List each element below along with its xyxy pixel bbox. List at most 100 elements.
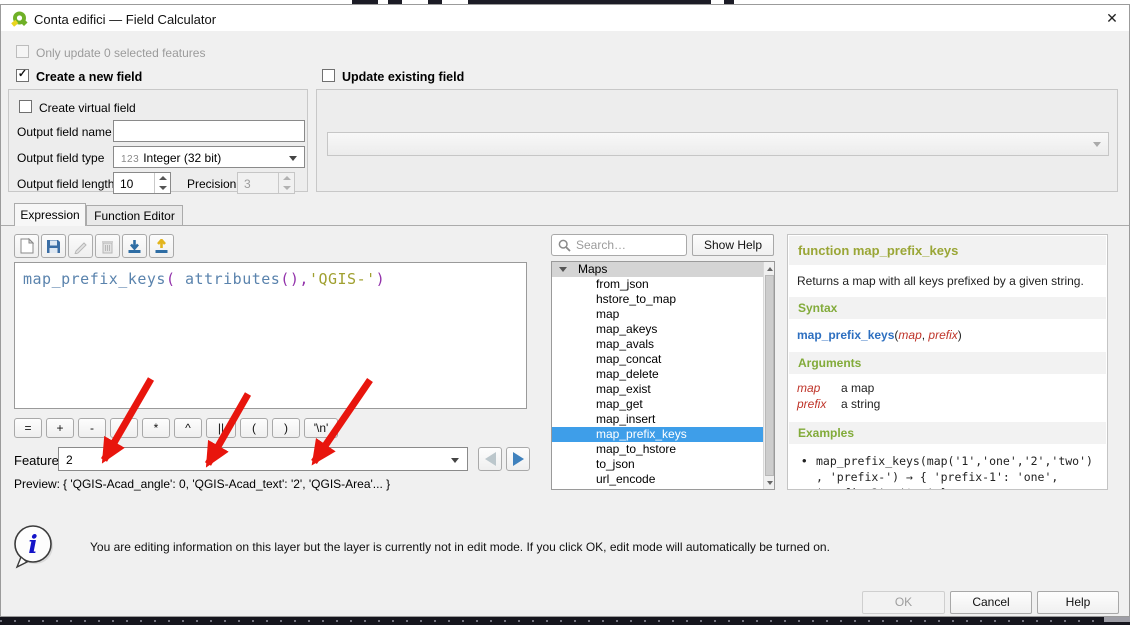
create-virtual-field-checkbox[interactable] xyxy=(19,100,32,113)
function-item-hstore_to_map[interactable]: hstore_to_map xyxy=(552,292,764,307)
info-bubble-icon: i xyxy=(12,521,56,571)
argument-name: map xyxy=(797,381,841,395)
function-item-map_to_hstore[interactable]: map_to_hstore xyxy=(552,442,764,457)
scroll-up-icon[interactable] xyxy=(764,262,775,275)
function-item-map_concat[interactable]: map_concat xyxy=(552,352,764,367)
operator-button-4[interactable]: / xyxy=(110,418,138,438)
function-group-maps[interactable]: Maps xyxy=(552,262,764,277)
scrollbar-thumb[interactable] xyxy=(765,275,774,476)
only-update-selected-checkbox[interactable] xyxy=(16,45,29,58)
help-title: function map_prefix_keys xyxy=(789,236,1106,265)
delete-expression-button[interactable] xyxy=(95,234,120,258)
output-field-length-label: Output field length xyxy=(17,177,114,191)
operator-button-8[interactable]: ( xyxy=(240,418,268,438)
trash-icon xyxy=(101,239,114,254)
create-new-field-checkbox[interactable]: ✓ xyxy=(16,69,29,82)
help-description: Returns a map with all keys prefixed by … xyxy=(788,266,1107,297)
previous-feature-button[interactable] xyxy=(478,447,502,471)
expression-token: 'QGIS-' xyxy=(309,270,376,288)
search-input[interactable] xyxy=(576,235,684,255)
expression-token: attributes xyxy=(185,270,280,288)
field-calculator-dialog: Conta edifici — Field Calculator ✕ Only … xyxy=(0,0,1130,625)
ok-button[interactable]: OK xyxy=(862,591,945,614)
output-field-length-spinner[interactable]: 10 xyxy=(113,172,171,194)
scroll-down-icon[interactable] xyxy=(764,476,775,489)
only-update-selected-label: Only update 0 selected features xyxy=(36,46,205,60)
expression-token xyxy=(176,270,186,288)
function-item-to_json[interactable]: to_json xyxy=(552,457,764,472)
update-existing-field-checkbox[interactable] xyxy=(322,69,335,82)
output-field-length-value: 10 xyxy=(120,177,133,191)
preview-label: Preview: xyxy=(14,477,60,491)
tab-function-editor[interactable]: Function Editor xyxy=(86,205,183,226)
export-expressions-button[interactable] xyxy=(149,234,174,258)
operator-button-9[interactable]: ) xyxy=(272,418,300,438)
spinner-buttons[interactable] xyxy=(278,173,294,193)
new-expression-button[interactable] xyxy=(14,234,39,258)
function-item-map_insert[interactable]: map_insert xyxy=(552,412,764,427)
argument-description: a map xyxy=(841,381,874,395)
save-expression-button[interactable] xyxy=(41,234,66,258)
precision-spinner[interactable]: 3 xyxy=(237,172,295,194)
tree-scrollbar[interactable] xyxy=(763,262,774,489)
operator-button-1[interactable]: = xyxy=(14,418,42,438)
function-item-map_akeys[interactable]: map_akeys xyxy=(552,322,764,337)
output-field-name-input[interactable] xyxy=(113,120,305,142)
new-field-group: Create virtual field Output field name O… xyxy=(8,89,308,192)
svg-text:i: i xyxy=(28,530,38,559)
output-field-type-combo[interactable]: 123Integer (32 bit) xyxy=(113,146,305,168)
show-help-button[interactable]: Show Help xyxy=(692,234,774,256)
argument-row: prefixa string xyxy=(797,397,1098,411)
import-expressions-button[interactable] xyxy=(122,234,147,258)
help-syntax-header: Syntax xyxy=(789,297,1106,319)
function-item-map[interactable]: map xyxy=(552,307,764,322)
preview-value: { 'QGIS-Acad_angle': 0, 'QGIS-Acad_text'… xyxy=(63,477,390,491)
new-file-icon xyxy=(20,238,34,254)
spin-down-icon xyxy=(283,186,291,190)
import-down-arrow-icon xyxy=(127,239,142,254)
expression-token: , xyxy=(299,270,309,288)
help-button[interactable]: Help xyxy=(1037,591,1119,614)
expression-editor[interactable]: map_prefix_keys( attributes(),'QGIS-') xyxy=(14,262,527,409)
update-existing-field-group xyxy=(316,89,1118,192)
create-virtual-field-label: Create virtual field xyxy=(39,101,136,115)
qgis-logo-icon xyxy=(11,10,28,27)
help-examples-header: Examples xyxy=(789,422,1106,444)
operator-button-3[interactable]: - xyxy=(78,418,106,438)
feature-combo[interactable]: 2 xyxy=(58,447,468,471)
spinner-buttons[interactable] xyxy=(154,173,170,193)
function-item-map_get[interactable]: map_get xyxy=(552,397,764,412)
operator-button-6[interactable]: ^ xyxy=(174,418,202,438)
operator-button-2[interactable]: + xyxy=(46,418,74,438)
output-field-type-label: Output field type xyxy=(17,151,104,165)
operator-button-7[interactable]: || xyxy=(206,418,236,438)
function-search[interactable] xyxy=(551,234,687,256)
function-item-from_json[interactable]: from_json xyxy=(552,277,764,292)
search-icon xyxy=(558,239,571,252)
help-syntax-line: map_prefix_keys(map, prefix) xyxy=(788,319,1107,352)
chevron-down-icon xyxy=(1093,142,1101,147)
next-feature-button[interactable] xyxy=(506,447,530,471)
tab-expression[interactable]: Expression xyxy=(14,203,86,226)
output-field-name-value[interactable] xyxy=(114,121,304,141)
function-item-map_avals[interactable]: map_avals xyxy=(552,337,764,352)
edit-expression-button[interactable] xyxy=(68,234,93,258)
example-code: map_prefix_keys(map('1','one','2','two')… xyxy=(816,453,1096,490)
function-item-map_exist[interactable]: map_exist xyxy=(552,382,764,397)
function-item-url_encode[interactable]: url_encode xyxy=(552,472,764,487)
help-example: • map_prefix_keys(map('1','one','2','two… xyxy=(788,444,1107,490)
operator-button-5[interactable]: * xyxy=(142,418,170,438)
cancel-button[interactable]: Cancel xyxy=(950,591,1032,614)
operator-button-10[interactable]: '\n' xyxy=(304,418,338,438)
export-up-arrow-icon xyxy=(154,239,169,254)
expression-token: map_prefix_keys xyxy=(23,270,166,288)
close-button[interactable]: ✕ xyxy=(1098,7,1126,29)
function-item-map_delete[interactable]: map_delete xyxy=(552,367,764,382)
chevron-down-icon xyxy=(289,156,297,161)
function-item-map_prefix_keys[interactable]: map_prefix_keys xyxy=(552,427,764,442)
tab-panel-border xyxy=(0,225,1130,226)
edit-mode-warning: You are editing information on this laye… xyxy=(90,540,830,554)
spin-up-icon xyxy=(159,176,167,180)
existing-field-combo[interactable] xyxy=(327,132,1109,156)
expander-triangle-icon[interactable] xyxy=(559,267,567,272)
